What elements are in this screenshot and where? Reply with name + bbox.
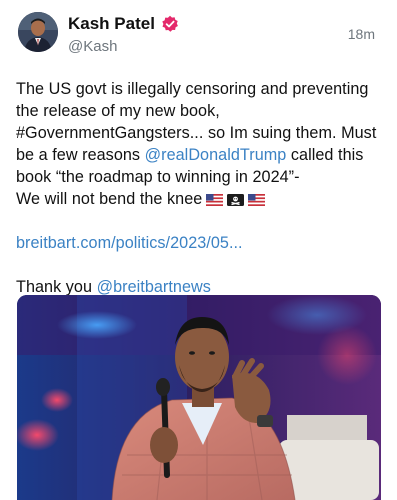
post-timestamp[interactable]: 18m: [348, 26, 375, 42]
post-card: Kash Patel @Kash 18m The US govt is ille…: [0, 0, 397, 500]
flag-usa-icon: [248, 194, 266, 206]
author-name[interactable]: Kash Patel: [68, 14, 155, 34]
post-line: #GovernmentGangsters... so Im suing them…: [16, 124, 377, 142]
article-link[interactable]: breitbart.com/politics/2023/05...: [16, 234, 243, 252]
post-line: We will not bend the knee: [16, 188, 381, 210]
verified-badge-icon: [161, 15, 179, 33]
post-header: Kash Patel @Kash 18m: [16, 10, 381, 70]
post-line: breitbart.com/politics/2023/05...: [16, 232, 381, 254]
mention-link[interactable]: @realDonaldTrump: [145, 146, 287, 164]
post-text-fragment: called this: [286, 146, 364, 164]
post-line: be a few reasons @realDonaldTrump called…: [16, 144, 381, 166]
flag-usa-icon: [206, 194, 224, 206]
flag-pirate-icon: [227, 194, 245, 206]
post-text: The US govt is illegally censoring and p…: [16, 78, 381, 298]
post-line: The US govt is illegally censoring and p…: [16, 80, 369, 98]
author-row: Kash Patel: [68, 14, 179, 34]
avatar[interactable]: [18, 12, 58, 52]
speaker-with-microphone-photo-icon: [17, 295, 381, 500]
post-line: the release of my new book,: [16, 102, 220, 120]
post-text-fragment: be a few reasons: [16, 146, 145, 164]
emoji-flags: [206, 194, 266, 206]
post-media-photo[interactable]: [17, 295, 381, 500]
author-handle[interactable]: @Kash: [68, 38, 117, 55]
mention-link[interactable]: @breitbartnews: [97, 278, 211, 296]
post-text-fragment: We will not bend the knee: [16, 190, 203, 208]
profile-photo-icon: [18, 12, 58, 52]
post-line: book “the roadmap to winning in 2024”-: [16, 168, 300, 186]
post-text-fragment: Thank you: [16, 278, 97, 296]
